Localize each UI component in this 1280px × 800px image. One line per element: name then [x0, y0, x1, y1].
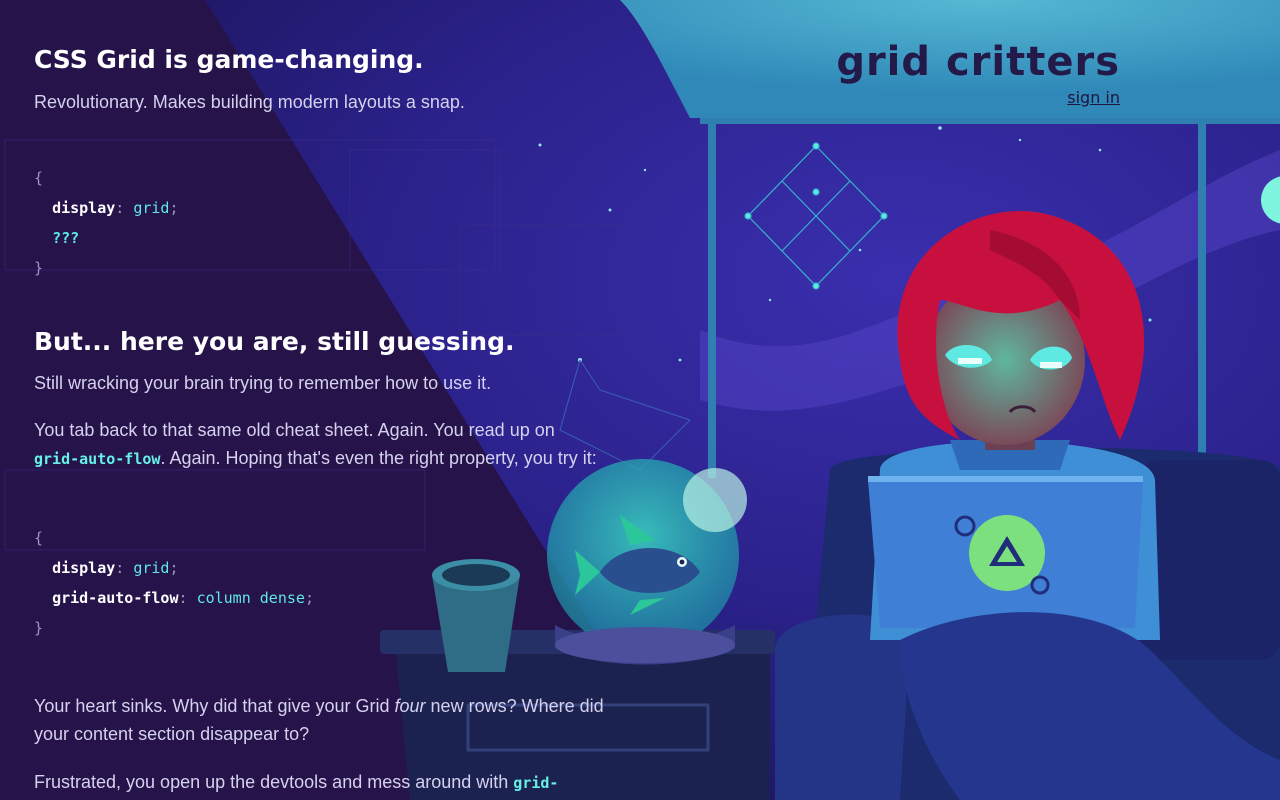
code-brace-close: } — [34, 259, 44, 277]
code-mystery: ??? — [52, 229, 80, 247]
site-logo[interactable]: grid critters — [760, 38, 1120, 86]
code-brace-open: { — [34, 169, 44, 187]
code-semicolon: ; — [304, 589, 314, 607]
code-colon: : — [115, 559, 125, 577]
code-prop-2: grid-auto-flow — [52, 589, 179, 607]
code-prop: display — [52, 199, 116, 217]
paragraph-2-text-a: You tab back to that same old cheat shee… — [34, 420, 555, 440]
code-value-1: grid — [133, 559, 170, 577]
sign-in-link[interactable]: sign in — [1067, 88, 1120, 107]
code-value: grid — [133, 199, 170, 217]
code-semicolon: ; — [169, 559, 179, 577]
section-heading-2: But... here you are, still guessing. — [34, 327, 515, 356]
paragraph-4-text: Frustrated, you open up the devtools and… — [34, 772, 514, 792]
code-colon: : — [178, 589, 188, 607]
code-colon: : — [115, 199, 125, 217]
paragraph-1: Still wracking your brain trying to reme… — [34, 373, 492, 393]
paragraph-3-emphasis: four — [394, 696, 426, 716]
section-heading-1: CSS Grid is game-changing. — [34, 45, 424, 74]
paragraph-3: Your heart sinks. Why did that give your… — [34, 692, 634, 748]
code-semicolon: ; — [169, 199, 179, 217]
inline-code-grid: grid- — [513, 774, 559, 792]
code-brace-close: } — [34, 619, 44, 637]
site-header: grid critters sign in — [760, 38, 1120, 108]
paragraph-3-text-a: Your heart sinks. Why did that give your… — [34, 696, 395, 716]
code-value-2: column dense — [196, 589, 305, 607]
laptop-illustration — [868, 476, 1143, 628]
code-brace-open: { — [34, 529, 44, 547]
section-subtitle-1: Revolutionary. Makes building modern lay… — [34, 92, 465, 112]
code-block-2: { display: grid; grid-auto-flow: column … — [34, 523, 314, 643]
code-block-1: { display: grid; ??? } — [34, 163, 179, 283]
code-prop-1: display — [52, 559, 116, 577]
inline-code-grid-auto-flow: grid-auto-flow — [34, 450, 161, 468]
paragraph-4: Frustrated, you open up the devtools and… — [34, 768, 634, 797]
paragraph-2-text-b: . Again. Hoping that's even the right pr… — [160, 448, 597, 468]
paragraph-2: You tab back to that same old cheat shee… — [34, 416, 634, 473]
background-illustration — [0, 0, 1280, 800]
